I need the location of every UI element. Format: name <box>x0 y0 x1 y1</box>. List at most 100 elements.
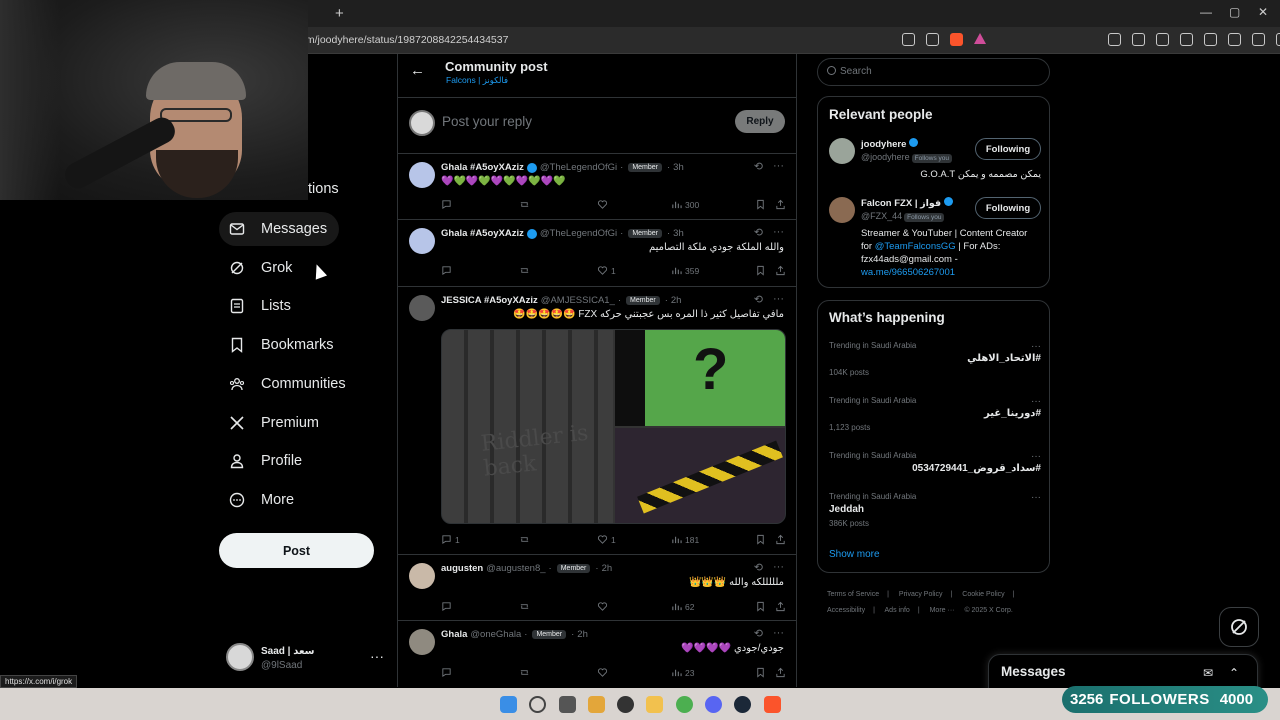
leo-ai-icon[interactable] <box>1228 33 1241 46</box>
url-field[interactable]: om/joodyhere/status/1987208842254434537 <box>300 34 508 46</box>
more-options-icon[interactable]: ··· <box>1031 451 1041 462</box>
nav-item-premium[interactable]: Premium <box>219 406 331 440</box>
footer-link[interactable]: Privacy Policy <box>899 591 943 598</box>
vpn-icon[interactable] <box>1252 33 1265 46</box>
new-tab-button[interactable]: + <box>335 5 344 22</box>
like-icon[interactable] <box>597 199 671 210</box>
avatar[interactable] <box>829 197 855 223</box>
person-card[interactable]: joodyhere @joodyhere Follows you Followin… <box>829 138 1041 183</box>
footer-link[interactable]: More ··· <box>930 607 955 614</box>
search-icon[interactable] <box>529 696 546 713</box>
more-options-icon[interactable]: ··· <box>1031 492 1041 503</box>
person-name[interactable]: Falcon FZX | فواز <box>861 197 953 209</box>
post-button[interactable]: Post <box>219 533 374 568</box>
nav-item-notifications-partial[interactable]: tions <box>308 181 339 197</box>
brave-rewards-icon[interactable] <box>974 33 986 44</box>
account-menu-icon[interactable]: ··· <box>370 648 384 664</box>
avatar[interactable] <box>829 138 855 164</box>
tweet[interactable]: augusten @augusten8_ · Member · 2h ⟲ ··· … <box>398 555 796 621</box>
footer-link[interactable]: Ads info <box>885 607 910 614</box>
tweet-time[interactable]: 3h <box>673 228 684 239</box>
share-icon[interactable] <box>775 265 786 276</box>
sidebar-icon[interactable] <box>1180 33 1193 46</box>
repost-icon[interactable] <box>519 199 597 210</box>
grok-explain-icon[interactable]: ⟲ <box>754 561 763 574</box>
tweet-author-name[interactable]: Ghala <box>441 629 467 640</box>
person-name[interactable]: joodyhere <box>861 138 919 150</box>
share-icon[interactable] <box>926 33 939 46</box>
tweet-author-name[interactable]: JESSICA #A5oyXAziz <box>441 295 538 306</box>
tweet-handle[interactable]: @AMJESSICA1_ <box>541 295 615 306</box>
views-icon[interactable]: 359 <box>671 265 755 276</box>
tweet[interactable]: Ghala #A5oyXAziz @TheLegendOfGi · Member… <box>398 154 796 220</box>
nav-item-lists[interactable]: Lists <box>219 289 303 323</box>
share-icon[interactable] <box>775 667 786 678</box>
bookmark-icon[interactable] <box>755 534 775 545</box>
back-arrow-icon[interactable]: ← <box>410 62 425 79</box>
share-icon[interactable] <box>775 601 786 612</box>
bookmark-icon[interactable] <box>755 601 775 612</box>
repost-icon[interactable] <box>519 265 597 276</box>
trend-item[interactable]: Trending in Saudi Arabia ··· #دورينا_غير… <box>829 396 1041 432</box>
tweet-handle[interactable]: @TheLegendOfGi <box>540 228 617 239</box>
like-icon[interactable] <box>597 601 671 612</box>
media-image-3[interactable] <box>615 428 785 523</box>
reply-icon[interactable] <box>441 265 519 276</box>
more-options-icon[interactable]: ··· <box>1031 396 1041 407</box>
install-app-icon[interactable] <box>902 33 915 46</box>
trend-item[interactable]: Trending in Saudi Arabia ··· Jeddah 386K… <box>829 492 1041 528</box>
more-options-icon[interactable]: ··· <box>1031 341 1041 352</box>
views-icon[interactable]: 23 <box>671 667 755 678</box>
reader-icon[interactable] <box>1132 33 1145 46</box>
bookmark-icon[interactable] <box>755 199 775 210</box>
repost-icon[interactable] <box>519 601 597 612</box>
nav-item-communities[interactable]: Communities <box>219 367 358 401</box>
maximize-icon[interactable]: ▢ <box>1229 5 1240 19</box>
tweet-time[interactable]: 2h <box>577 629 588 640</box>
avatar[interactable] <box>409 563 435 589</box>
reply-icon[interactable] <box>441 601 519 612</box>
repost-icon[interactable] <box>519 667 597 678</box>
close-icon[interactable]: ✕ <box>1258 5 1268 19</box>
bookmark-icon[interactable] <box>755 265 775 276</box>
footer-link[interactable]: Terms of Service <box>827 591 879 598</box>
steam-icon[interactable] <box>734 696 751 713</box>
views-icon[interactable]: 181 <box>671 534 755 545</box>
reply-icon[interactable] <box>441 667 519 678</box>
minimize-icon[interactable]: — <box>1200 5 1212 19</box>
tweet-time[interactable]: 3h <box>673 162 684 173</box>
nav-item-grok[interactable]: Grok <box>219 251 304 285</box>
reply-input[interactable]: Post your reply <box>442 114 532 129</box>
new-message-icon[interactable]: ✉ <box>1203 666 1213 680</box>
like-icon[interactable]: 1 <box>597 265 671 276</box>
extensions-icon[interactable] <box>1108 33 1121 46</box>
bookmark-icon[interactable] <box>755 667 775 678</box>
grok-explain-icon[interactable]: ⟲ <box>754 160 763 173</box>
widgets-icon[interactable] <box>588 696 605 713</box>
trend-item[interactable]: Trending in Saudi Arabia ··· #الاتحاد_ال… <box>829 341 1041 377</box>
tweet-author-name[interactable]: Ghala #A5oyXAziz <box>441 162 524 173</box>
tweet-time[interactable]: 2h <box>671 295 682 306</box>
reply-icon[interactable] <box>441 199 519 210</box>
like-icon[interactable] <box>597 667 671 678</box>
footer-link[interactable]: Accessibility <box>827 607 865 614</box>
bio-url-link[interactable]: wa.me/966506267001 <box>861 267 955 278</box>
nav-item-profile[interactable]: Profile <box>219 444 314 478</box>
nav-item-bookmarks[interactable]: Bookmarks <box>219 328 346 362</box>
more-options-icon[interactable]: ··· <box>773 226 784 239</box>
wallet-icon[interactable] <box>1204 33 1217 46</box>
show-more-link[interactable]: Show more <box>829 549 880 560</box>
person-card[interactable]: Falcon FZX | فواز @FZX_44 Follows you Fol… <box>829 197 1041 278</box>
more-options-icon[interactable]: ··· <box>773 160 784 173</box>
avatar[interactable] <box>409 295 435 321</box>
share-icon[interactable] <box>775 199 786 210</box>
grok-explain-icon[interactable]: ⟲ <box>754 293 763 306</box>
grok-fab-button[interactable] <box>1219 607 1259 647</box>
like-icon[interactable]: 1 <box>597 534 671 545</box>
grok-explain-icon[interactable]: ⟲ <box>754 226 763 239</box>
more-options-icon[interactable]: ··· <box>773 293 784 306</box>
tweet-media-grid[interactable]: Riddler is back ? <box>441 329 786 524</box>
community-link[interactable]: Falcons | فالكونز <box>446 75 508 86</box>
reply-button[interactable]: Reply <box>735 110 785 133</box>
trend-item[interactable]: Trending in Saudi Arabia ··· #سداد_قروض_… <box>829 451 1041 474</box>
